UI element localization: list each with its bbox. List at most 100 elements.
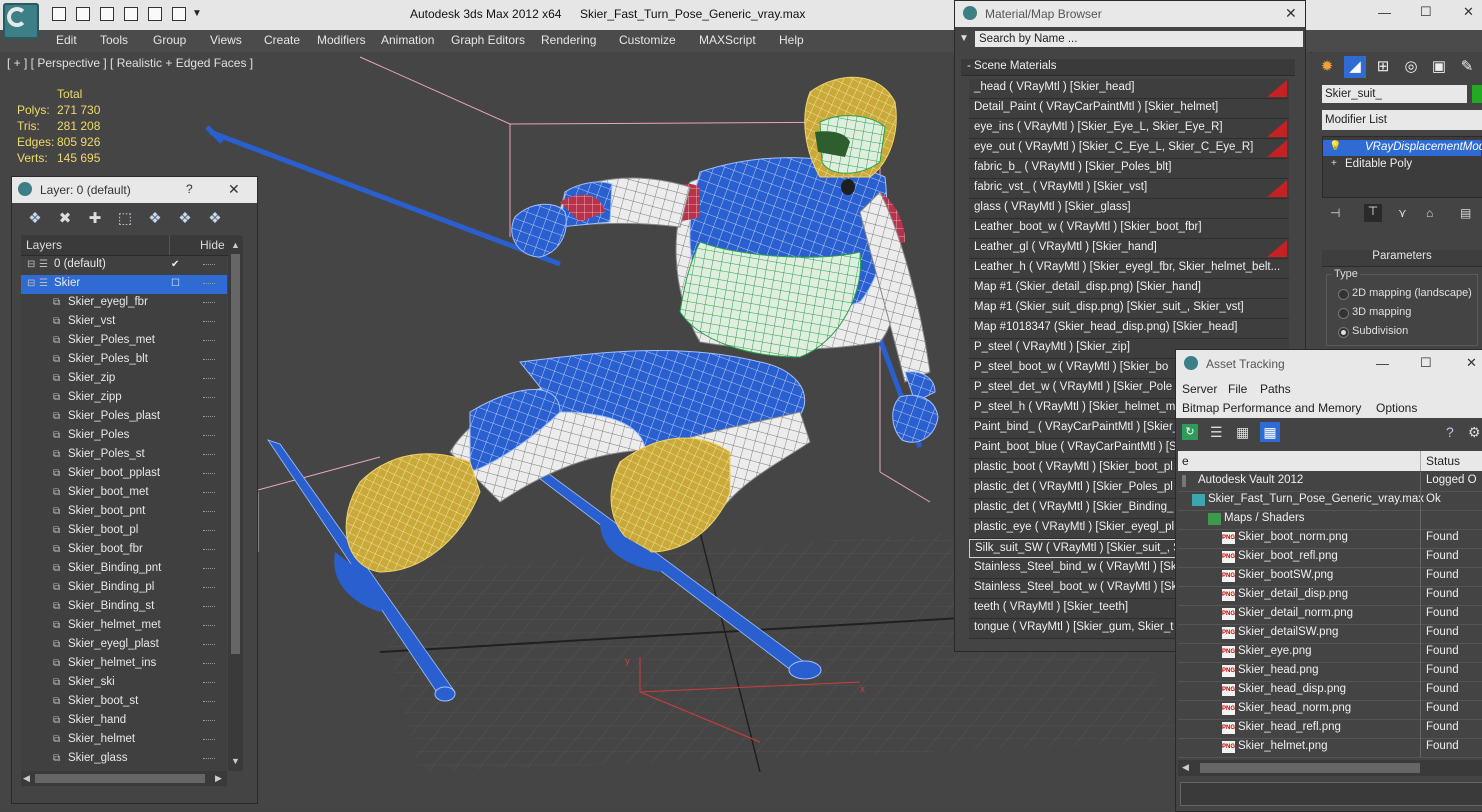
menu-file[interactable]: File [1228, 382, 1247, 396]
material-row[interactable]: Leather_gl ( VRayMtl ) [Skier_hand] [969, 239, 1289, 259]
scroll-left-icon[interactable]: ◀ [1182, 762, 1189, 773]
minimize-icon[interactable]: — [1378, 5, 1391, 20]
asset-row[interactable]: PNG Skier_head_disp.png Found [1178, 681, 1482, 701]
hide-toggle[interactable] [203, 473, 215, 476]
menu-bitmap-performance[interactable]: Bitmap Performance and Memory [1182, 401, 1361, 415]
hide-toggle[interactable] [203, 511, 215, 514]
menu-create[interactable]: Create [264, 33, 300, 47]
layer-row[interactable]: ⧉ Skier_Poles_met [21, 332, 227, 351]
layer-row[interactable]: ⧉ Skier_vst [21, 313, 227, 332]
material-row[interactable]: glass ( VRayMtl ) [Skier_glass] [969, 199, 1289, 219]
menu-modifiers[interactable]: Modifiers [317, 33, 366, 47]
motion-tab-icon[interactable]: ◎ [1400, 56, 1422, 78]
menu-maxscript[interactable]: MAXScript [699, 33, 756, 47]
close-icon[interactable]: ✕ [228, 181, 240, 198]
material-row[interactable]: Leather_h ( VRayMtl ) [Skier_eyegl_fbr, … [969, 259, 1289, 279]
display-tab-icon[interactable]: ▣ [1428, 56, 1450, 78]
select-objects-icon[interactable]: ⬚ [116, 210, 134, 228]
radio-3d-mapping[interactable] [1338, 308, 1349, 319]
set-current-layer-icon[interactable]: ☐ [171, 278, 181, 289]
browser-options-dropdown-icon[interactable]: ▼ [959, 33, 969, 44]
scroll-thumb[interactable] [1200, 763, 1420, 773]
freeze-all-icon[interactable]: ❖ [206, 210, 224, 228]
open-file-icon[interactable] [76, 7, 90, 21]
hide-toggle[interactable] [203, 340, 215, 343]
hide-toggle[interactable] [203, 758, 215, 761]
layer-row[interactable]: ⧉ Skier_Binding_pl [21, 579, 227, 598]
search-by-name-input[interactable]: Search by Name ... [975, 31, 1303, 47]
viewport-label[interactable]: [ + ] [ Perspective ] [ Realistic + Edge… [7, 56, 253, 70]
close-icon[interactable]: ✕ [1466, 355, 1477, 371]
material-row[interactable]: Map #1018347 (Skier_head_disp.png) [Skie… [969, 319, 1289, 339]
settings-icon[interactable]: ⚙ [1468, 424, 1481, 441]
scroll-right-icon[interactable]: ▶ [215, 773, 222, 784]
highlight-layer-icon[interactable]: ❖ [146, 210, 164, 228]
hide-toggle[interactable] [203, 682, 215, 685]
layer-row[interactable]: ⧉ Skier_ski [21, 674, 227, 693]
undo-icon[interactable] [124, 7, 138, 21]
new-file-icon[interactable] [52, 7, 66, 21]
close-icon[interactable]: ✕ [1463, 4, 1474, 20]
modifier-list-dropdown[interactable]: Modifier List [1322, 110, 1482, 130]
help-icon[interactable]: ? [1446, 424, 1454, 440]
layer-row[interactable]: ⧉ Skier_boot_st [21, 693, 227, 712]
table-view-icon[interactable]: ▦ [1260, 422, 1280, 442]
menu-edit[interactable]: Edit [56, 33, 77, 47]
layer-row[interactable]: ⧉ Skier_boot_met [21, 484, 227, 503]
light-bulb-icon[interactable]: 💡 [1329, 141, 1341, 152]
hide-toggle[interactable] [203, 549, 215, 552]
asset-row[interactable]: PNG Skier_boot_norm.png Found [1178, 529, 1482, 549]
add-to-layer-icon[interactable]: ✚ [86, 210, 104, 228]
hide-toggle[interactable] [203, 644, 215, 647]
col-layers[interactable]: Layers [26, 238, 62, 252]
hide-toggle[interactable] [203, 587, 215, 590]
show-end-result-icon[interactable]: ⊤ [1364, 204, 1382, 222]
material-row[interactable]: _head ( VRayMtl ) [Skier_head] [969, 79, 1289, 99]
expand-icon[interactable]: + [1331, 158, 1337, 169]
delete-layer-icon[interactable]: ✖ [56, 210, 74, 228]
asset-horizontal-scrollbar[interactable]: ◀ [1178, 760, 1482, 776]
object-name-field[interactable]: Skier_suit_ [1322, 85, 1467, 103]
layer-row[interactable]: ⊟ ☰ 0 (default) ✔ [21, 256, 227, 275]
hide-toggle[interactable] [203, 701, 215, 704]
scroll-up-icon[interactable]: ▲ [231, 240, 240, 250]
layer-row[interactable]: ⧉ Skier_boot_pnt [21, 503, 227, 522]
utilities-tab-icon[interactable]: ✎ [1456, 56, 1478, 78]
menu-group[interactable]: Group [153, 33, 186, 47]
hierarchy-tab-icon[interactable]: ⊞ [1372, 56, 1394, 78]
quick-access-dropdown-icon[interactable]: ▼ [192, 8, 202, 19]
asset-row[interactable]: PNG Skier_helmet.png Found [1178, 738, 1482, 758]
layer-row[interactable]: ⊟ ☰ Skier ☐ [21, 275, 227, 294]
hide-toggle[interactable] [203, 302, 215, 305]
close-icon[interactable]: ✕ [1285, 5, 1297, 22]
material-browser-titlebar[interactable]: Material/Map Browser ✕ [955, 1, 1305, 27]
hide-toggle[interactable] [203, 739, 215, 742]
layer-row[interactable]: ⧉ Skier_helmet_met [21, 617, 227, 636]
scroll-thumb[interactable] [231, 254, 240, 654]
menu-views[interactable]: Views [210, 33, 242, 47]
asset-row[interactable]: PNG Skier_head_refl.png Found [1178, 719, 1482, 739]
hide-toggle[interactable] [203, 530, 215, 533]
asset-tracking-titlebar[interactable]: Asset Tracking — ☐ ✕ [1176, 350, 1482, 378]
configure-sets-icon[interactable]: ▤ [1460, 206, 1471, 220]
menu-paths[interactable]: Paths [1260, 382, 1291, 396]
layer-row[interactable]: ⧉ Skier_helmet [21, 731, 227, 750]
list-view-icon[interactable]: ☰ [1210, 424, 1223, 441]
refresh-icon[interactable]: ↻ [1182, 424, 1198, 440]
hide-toggle[interactable] [203, 378, 215, 381]
layer-dialog-titlebar[interactable]: Layer: 0 (default) ? ✕ [12, 177, 257, 203]
menu-animation[interactable]: Animation [381, 33, 434, 47]
asset-row[interactable]: Autodesk Vault 2012 Logged O [1178, 472, 1482, 492]
make-unique-icon[interactable]: ⋎ [1398, 206, 1407, 220]
scroll-down-icon[interactable]: ▼ [231, 756, 240, 766]
thumbnail-view-icon[interactable]: ▦ [1236, 424, 1249, 441]
project-folder-icon[interactable] [172, 7, 186, 21]
hide-toggle[interactable] [203, 435, 215, 438]
material-row[interactable]: Leather_boot_w ( VRayMtl ) [Skier_boot_f… [969, 219, 1289, 239]
layer-row[interactable]: ⧉ Skier_Binding_pnt [21, 560, 227, 579]
hide-toggle[interactable] [203, 283, 215, 286]
pin-stack-icon[interactable]: ⊣ [1330, 206, 1340, 220]
asset-row[interactable]: PNG Skier_detail_norm.png Found [1178, 605, 1482, 625]
minimize-icon[interactable]: — [1376, 356, 1389, 371]
layer-row[interactable]: ⧉ Skier_helmet_ins [21, 655, 227, 674]
